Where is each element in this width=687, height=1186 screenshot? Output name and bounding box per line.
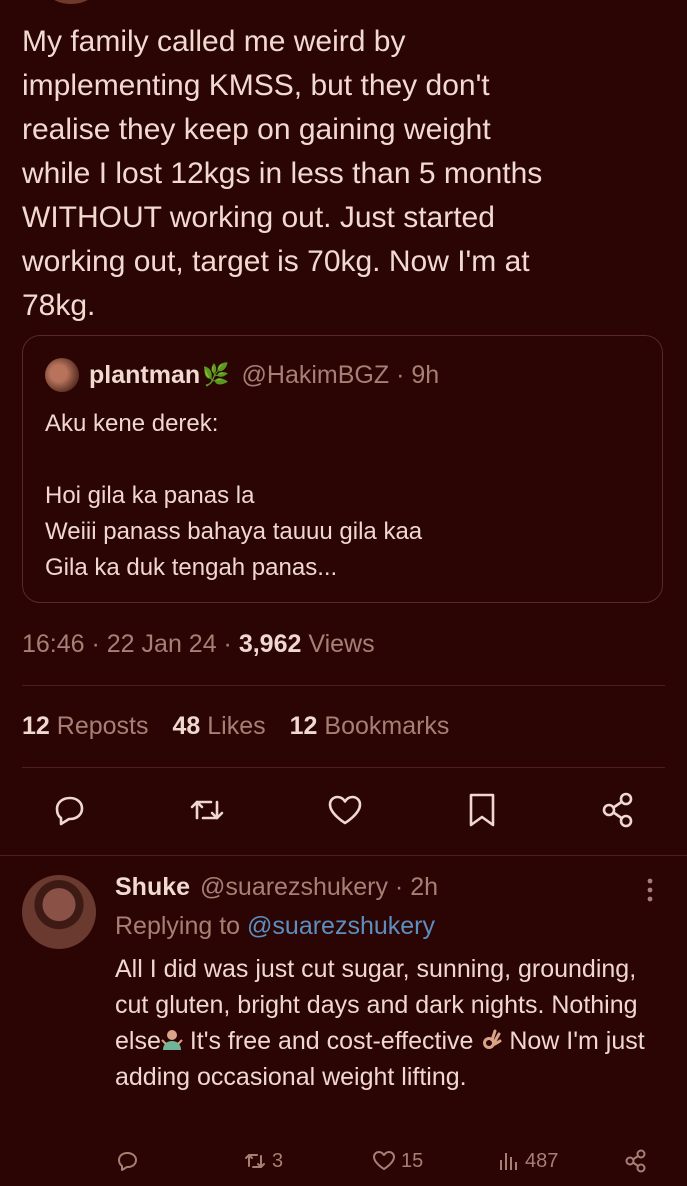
reply-header: Shuke @suarezshukery · 2h: [115, 873, 438, 902]
quoted-avatar[interactable]: [45, 358, 79, 392]
reply-repost-button[interactable]: 3: [242, 1148, 283, 1174]
quoted-tweet-text: Aku kene derek: Hoi gila ka panas la Wei…: [45, 410, 423, 581]
likes-label: Likes: [207, 712, 266, 740]
tweet-detail-page: My family called me weird by implementin…: [0, 0, 687, 1186]
reply-reply-button[interactable]: [115, 1148, 145, 1174]
leaf-icon: 🌿: [202, 362, 230, 387]
tweet-text: My family called me weird by implementin…: [22, 25, 543, 322]
divider: [22, 685, 665, 686]
reply-age: 2h: [410, 873, 439, 901]
reply-share-button[interactable]: [623, 1148, 653, 1174]
ok-hand-emoji-icon: [480, 1026, 502, 1050]
reposts-count: 12: [22, 712, 50, 740]
replying-to-link[interactable]: @suarezshukery: [247, 912, 435, 940]
tweet-meta: 16:46 · 22 Jan 24 · 3,962 Views: [22, 630, 375, 658]
reply-likes-count: 15: [401, 1149, 424, 1172]
replying-to-label: Replying to: [115, 912, 241, 940]
reposts-stat[interactable]: 12 Reposts: [22, 712, 148, 741]
like-icon[interactable]: [325, 790, 365, 830]
reply-text: All I did was just cut sugar, sunning, g…: [115, 951, 665, 1095]
more-options-icon[interactable]: [642, 876, 658, 904]
quoted-author-name[interactable]: plantman: [89, 361, 200, 390]
quoted-age: 9h: [411, 360, 440, 389]
divider: [22, 767, 665, 768]
reply-views-button[interactable]: 487: [495, 1148, 558, 1174]
tweet-date: 22 Jan 24: [106, 630, 217, 658]
quoted-tweet-card[interactable]: plantman 🌿 @HakimBGZ · 9h Aku kene derek…: [22, 335, 663, 603]
quoted-author-handle: @HakimBGZ · 9h: [241, 360, 440, 389]
quoted-handle-text: @HakimBGZ: [241, 360, 390, 389]
divider: [0, 855, 687, 856]
reply-author-name[interactable]: Shuke: [115, 873, 190, 902]
bookmarks-label: Bookmarks: [324, 712, 450, 740]
quoted-tweet-header: plantman 🌿 @HakimBGZ · 9h: [45, 358, 439, 392]
repost-icon[interactable]: [187, 790, 227, 830]
reply-like-button[interactable]: 15: [371, 1148, 423, 1174]
reply-reposts-count: 3: [272, 1149, 284, 1172]
reply-author-avatar[interactable]: [22, 875, 96, 949]
bookmark-icon[interactable]: [462, 790, 502, 830]
replying-to-line: Replying to @suarezshukery: [115, 912, 435, 941]
reply-action-bar: 3 15 487: [115, 1148, 665, 1178]
likes-count: 48: [172, 712, 201, 740]
reply-views-count: 487: [525, 1149, 559, 1172]
reply-text-part2: It's free and cost-effective: [182, 1027, 481, 1055]
share-icon[interactable]: [598, 790, 638, 830]
share-icon: [625, 1149, 646, 1173]
reply-author-handle: @suarezshukery · 2h: [200, 873, 439, 901]
repost-icon: [245, 1154, 265, 1168]
shrug-emoji-icon: [161, 1026, 183, 1050]
views-icon: [500, 1153, 517, 1170]
reply-icon: [118, 1152, 137, 1171]
views-label: Views: [308, 630, 375, 658]
reply-icon[interactable]: [49, 790, 89, 830]
bookmarks-count: 12: [289, 712, 318, 740]
tweet-action-bar: [0, 790, 687, 840]
tweet-time: 16:46: [22, 630, 85, 658]
author-avatar[interactable]: [48, 0, 94, 4]
likes-stat[interactable]: 48 Likes: [172, 712, 265, 741]
reply-handle-text: @suarezshukery: [200, 873, 388, 901]
like-icon: [373, 1151, 395, 1170]
bookmarks-stat[interactable]: 12 Bookmarks: [290, 712, 450, 741]
engagement-stats: 12 Reposts 48 Likes 12 Bookmarks: [22, 712, 473, 741]
reposts-label: Reposts: [56, 712, 149, 740]
views-count: 3,962: [238, 630, 302, 658]
